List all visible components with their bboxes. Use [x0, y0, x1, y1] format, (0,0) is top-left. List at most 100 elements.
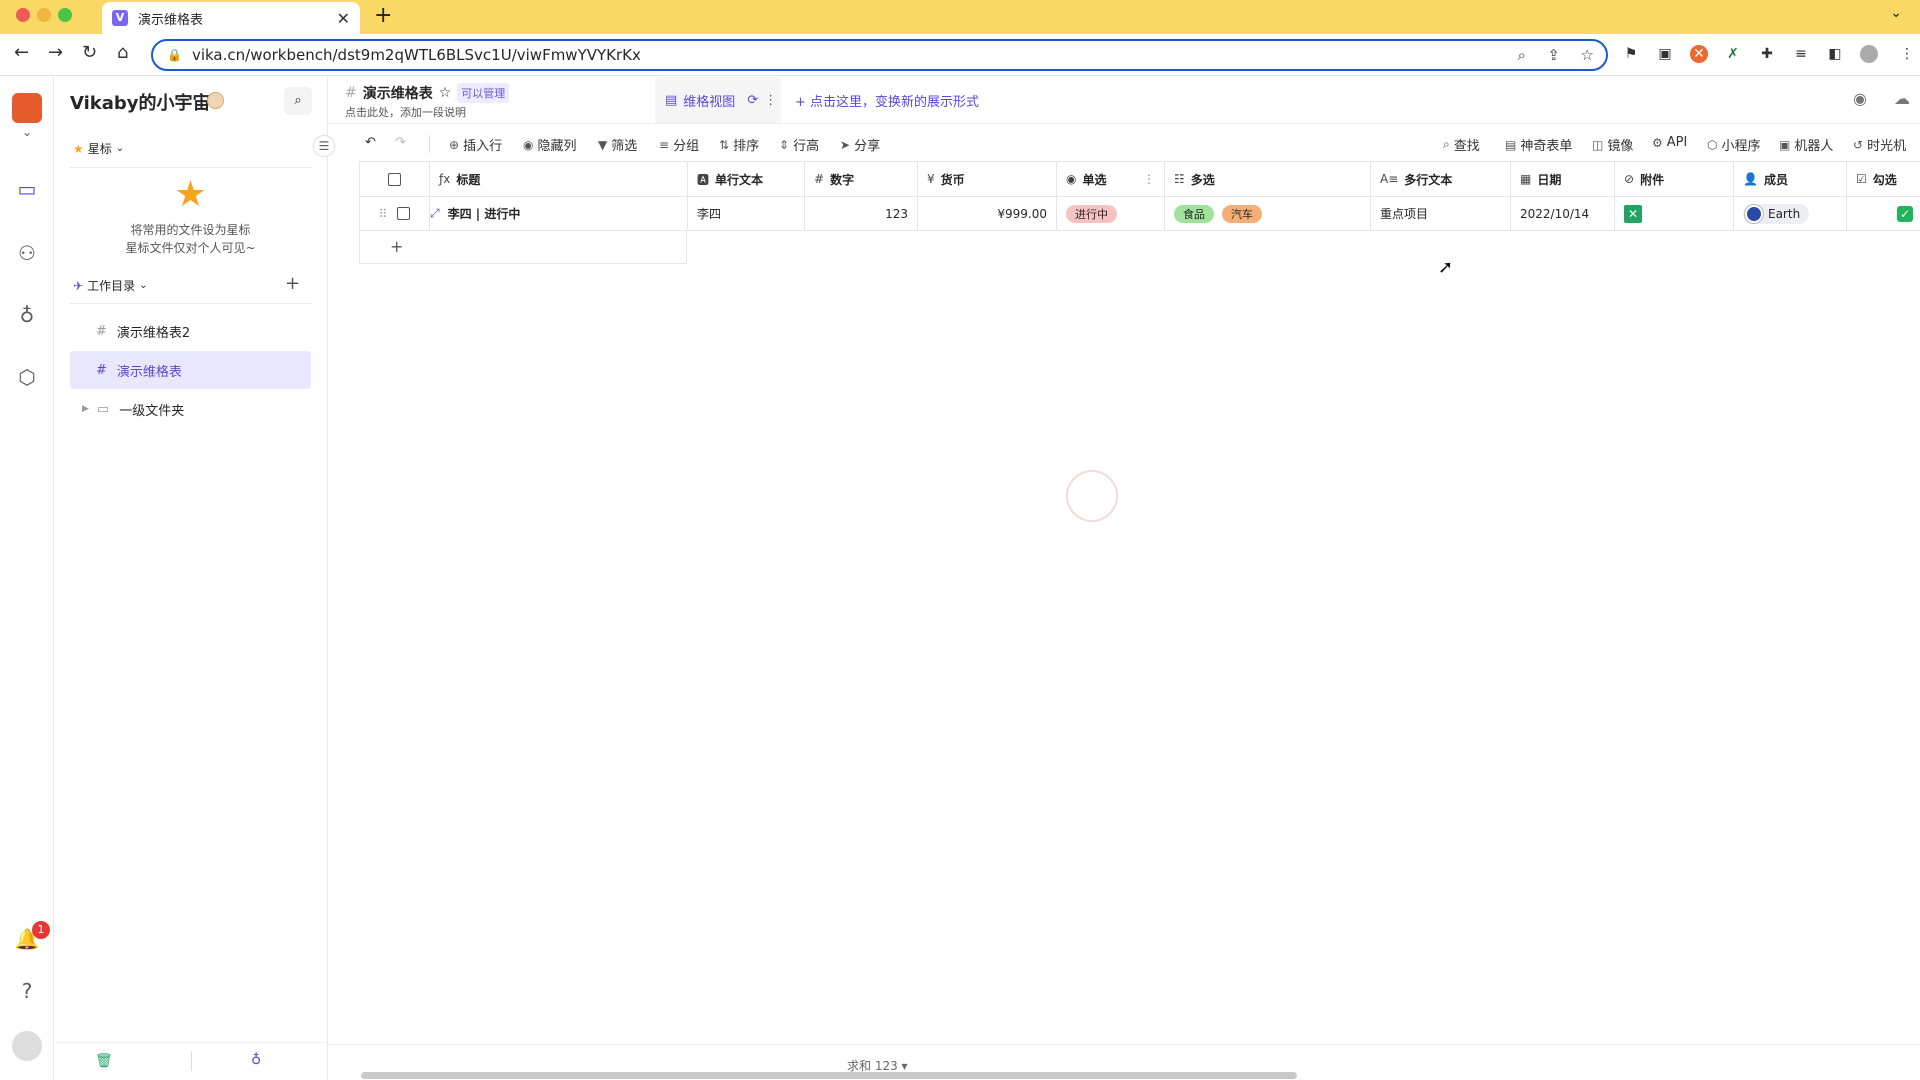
- template-planet-icon[interactable]: ♁: [14, 303, 40, 329]
- tab-grid-view[interactable]: ▤ 维格视图 ⟳ ⋮: [655, 77, 781, 123]
- extension-icon[interactable]: ⚑: [1622, 45, 1640, 63]
- add-view-button[interactable]: + 点击这里，变换新的展示形式: [795, 91, 979, 110]
- workbench-icon[interactable]: ▭: [14, 177, 40, 203]
- minimize-window-button[interactable]: [37, 8, 51, 22]
- mirror-button[interactable]: ◫ 镜像: [1592, 135, 1633, 155]
- sidebar-item-datasheet[interactable]: # 演示维格表: [70, 351, 311, 389]
- browser-tab[interactable]: V 演示维格表 ✕: [102, 2, 360, 34]
- extension-image-icon[interactable]: ▣: [1656, 45, 1674, 63]
- help-icon[interactable]: ?: [14, 979, 40, 1005]
- address-bar[interactable]: 🔒 vika.cn/workbench/dst9m2qWTL6BLSvc1U/v…: [151, 39, 1608, 71]
- starred-header[interactable]: ★ 星标 ⌄: [73, 140, 124, 157]
- cell-title[interactable]: ⤢ 李四 | 进行中: [430, 197, 688, 230]
- column-header-currency[interactable]: ¥ 货币: [918, 162, 1057, 196]
- home-icon[interactable]: ⌂: [117, 42, 128, 63]
- row-checkbox[interactable]: [397, 207, 411, 220]
- widget-button[interactable]: ⬡ 小程序: [1707, 135, 1761, 155]
- expand-record-icon[interactable]: ⤢: [430, 206, 440, 221]
- back-icon[interactable]: ←: [14, 42, 29, 63]
- extensions-puzzle-icon[interactable]: ✚: [1758, 45, 1776, 63]
- group-button[interactable]: ≡ 分组: [659, 135, 699, 155]
- space-logo[interactable]: [12, 93, 42, 123]
- column-header-number[interactable]: # 数字: [805, 162, 918, 196]
- insert-row-button[interactable]: ⊕ 插入行: [449, 135, 502, 155]
- close-window-button[interactable]: [16, 8, 30, 22]
- column-header-multi-select[interactable]: ☷ 多选: [1165, 162, 1371, 196]
- favorite-star-icon[interactable]: ☆: [439, 85, 452, 101]
- forward-icon[interactable]: →: [48, 42, 63, 63]
- media-icon[interactable]: ≡: [1792, 45, 1810, 63]
- undo-icon[interactable]: ↶: [365, 135, 376, 150]
- cloud-sync-icon[interactable]: ☁: [1894, 89, 1910, 108]
- members-icon[interactable]: ⚇: [14, 241, 40, 267]
- cell-single-select[interactable]: 进行中: [1057, 197, 1165, 230]
- trash-icon[interactable]: 🗑: [95, 1053, 113, 1069]
- row-height-button[interactable]: ⇕ 行高: [779, 135, 819, 155]
- hide-fields-button[interactable]: ◉ 隐藏列: [523, 135, 577, 155]
- maximize-window-button[interactable]: [58, 8, 72, 22]
- new-tab-icon[interactable]: +: [374, 3, 392, 28]
- row-select-cell[interactable]: ⠿: [360, 197, 430, 230]
- column-header-title[interactable]: ƒx 标题: [430, 162, 688, 196]
- reload-icon[interactable]: ↻: [82, 42, 97, 63]
- workdir-header[interactable]: ✈ 工作目录 ⌄: [73, 277, 147, 294]
- find-button[interactable]: ⌕ 查找: [1443, 135, 1480, 154]
- column-header-date[interactable]: ▦ 日期: [1511, 162, 1615, 196]
- space-name[interactable]: Vikaby的小宇宙: [70, 89, 211, 115]
- cell-multi-select[interactable]: 食品 汽车: [1165, 197, 1371, 230]
- column-more-icon[interactable]: ⋮: [1143, 172, 1155, 186]
- datasheet-description[interactable]: 点击此处，添加一段说明: [345, 104, 466, 120]
- expand-arrow-icon[interactable]: ▶: [82, 404, 89, 414]
- sidebar-item-folder[interactable]: ▶ ▭ 一级文件夹: [70, 390, 311, 428]
- space-switch-chevron-icon[interactable]: ⌄: [14, 125, 40, 151]
- user-avatar[interactable]: [12, 1031, 42, 1061]
- drag-handle-icon[interactable]: ⠿: [379, 207, 388, 221]
- view-more-icon[interactable]: ⋮: [764, 93, 777, 108]
- collaborator-avatar[interactable]: ◉: [1853, 89, 1867, 108]
- tab-search-chevron-icon[interactable]: ⌄: [1890, 5, 1902, 21]
- cell-text[interactable]: 李四: [688, 197, 805, 230]
- excel-file-icon[interactable]: ✕: [1624, 204, 1642, 223]
- time-machine-button[interactable]: ↺ 时光机: [1853, 135, 1906, 155]
- view-sync-icon[interactable]: ⟳: [747, 93, 758, 108]
- select-all-checkbox[interactable]: [360, 162, 430, 196]
- share-icon[interactable]: ⇪: [1547, 46, 1560, 64]
- api-button[interactable]: ⚙ API: [1652, 135, 1687, 150]
- profile-avatar[interactable]: [1860, 45, 1878, 63]
- column-header-member[interactable]: 👤 成员: [1734, 162, 1847, 196]
- filter-button[interactable]: ▼ 筛选: [598, 135, 637, 155]
- cell-attachment[interactable]: ✕: [1615, 197, 1734, 230]
- column-header-checkbox[interactable]: ☑ 勾选: [1847, 162, 1920, 196]
- browser-menu-icon[interactable]: ⋮: [1898, 45, 1916, 63]
- table-row[interactable]: ⠿ ⤢ 李四 | 进行中 李四 123 ¥999.00 进行中 食品 汽车 重点…: [359, 197, 1920, 231]
- redo-icon[interactable]: ↷: [395, 135, 406, 150]
- cell-number[interactable]: 123: [805, 197, 918, 230]
- bookmark-star-icon[interactable]: ☆: [1581, 46, 1594, 64]
- zoom-icon[interactable]: ⌕: [1518, 46, 1526, 64]
- extension-green-icon[interactable]: ✗: [1724, 45, 1742, 63]
- cell-date[interactable]: 2022/10/14: [1511, 197, 1615, 230]
- explore-planet-icon[interactable]: ♁: [251, 1052, 261, 1068]
- horizontal-scrollbar[interactable]: [361, 1072, 1297, 1079]
- column-header-long-text[interactable]: A≡ 多行文本: [1371, 162, 1511, 196]
- cell-long-text[interactable]: 重点项目: [1371, 197, 1511, 230]
- cell-member[interactable]: Earth: [1734, 197, 1847, 230]
- sidepanel-icon[interactable]: ◧: [1826, 45, 1844, 63]
- datasheet-title[interactable]: 演示维格表: [363, 83, 433, 103]
- column-header-single-select[interactable]: ◉ 单选 ⋮: [1057, 162, 1165, 196]
- share-button[interactable]: ➤ 分享: [840, 135, 880, 155]
- search-icon[interactable]: ⌕: [284, 87, 312, 115]
- robot-button[interactable]: ▣ 机器人: [1779, 135, 1833, 155]
- cell-currency[interactable]: ¥999.00: [918, 197, 1057, 230]
- cell-checkbox[interactable]: ✓: [1847, 197, 1920, 230]
- add-node-icon[interactable]: +: [285, 273, 300, 294]
- sort-button[interactable]: ⇅ 排序: [719, 135, 759, 155]
- extension-orange-icon[interactable]: ✕: [1690, 45, 1708, 63]
- form-button[interactable]: ▤ 神奇表单: [1505, 135, 1572, 155]
- sidebar-item-datasheet-2[interactable]: # 演示维格表2: [70, 312, 311, 350]
- space-settings-icon[interactable]: ⬡: [14, 365, 40, 391]
- add-row-button[interactable]: +: [359, 231, 687, 264]
- column-header-text[interactable]: 🅰 单行文本: [688, 162, 805, 196]
- close-tab-icon[interactable]: ✕: [337, 9, 350, 28]
- column-header-attachment[interactable]: ⊘ 附件: [1615, 162, 1734, 196]
